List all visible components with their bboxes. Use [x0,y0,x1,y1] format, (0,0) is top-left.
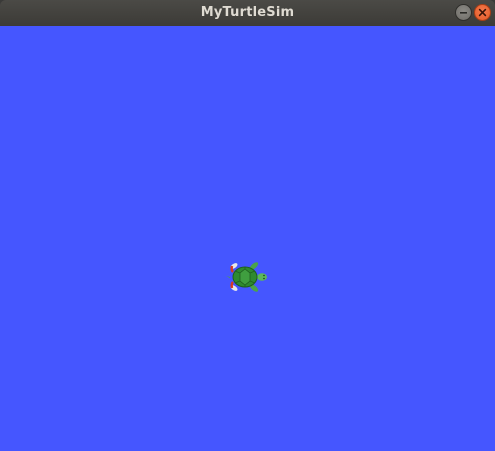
close-button[interactable] [474,4,491,21]
turtle-icon [226,262,267,292]
close-icon [478,8,487,17]
turtle-canvas [0,26,495,451]
minimize-button[interactable] [455,4,472,21]
title-bar[interactable]: MyTurtleSim [0,0,495,26]
window-title: MyTurtleSim [200,5,295,20]
turtlesim-window: MyTurtleSim [0,0,495,451]
minimize-icon [460,12,467,14]
